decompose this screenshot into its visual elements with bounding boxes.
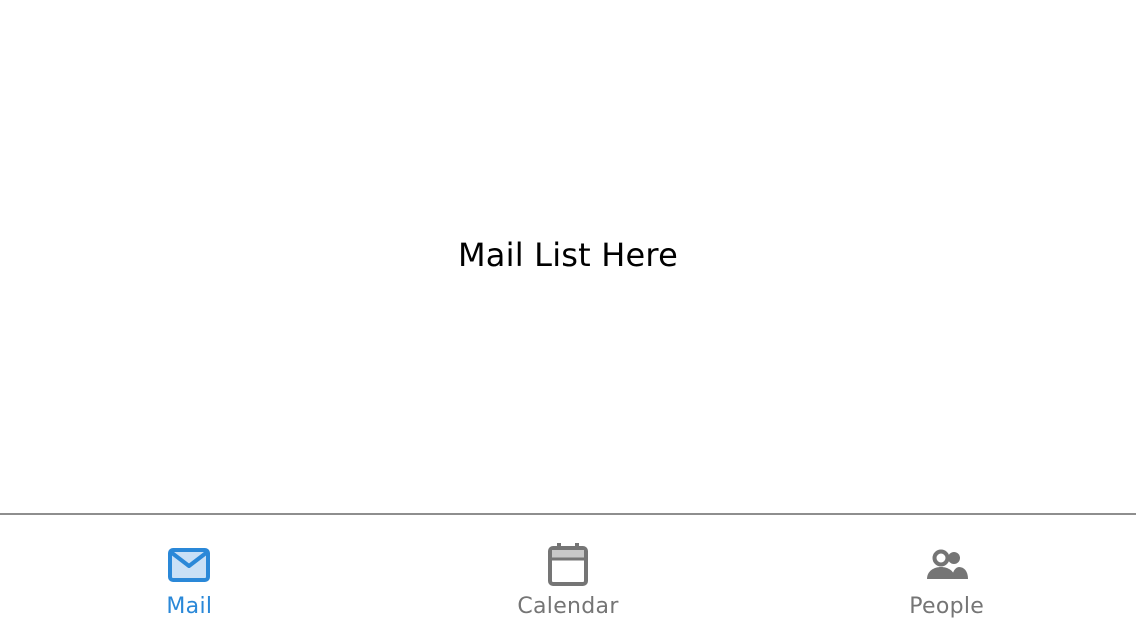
mail-list-placeholder: Mail List Here xyxy=(458,236,678,274)
people-icon xyxy=(925,543,969,587)
app-root: Mail List Here Mail Calendar People xyxy=(0,0,1136,640)
bottom-tab-bar: Mail Calendar People xyxy=(0,513,1136,640)
calendar-icon xyxy=(546,543,590,587)
tab-people-label: People xyxy=(909,594,985,619)
tab-mail-label: Mail xyxy=(166,594,213,619)
tab-mail[interactable]: Mail xyxy=(0,515,379,640)
mail-icon xyxy=(167,543,211,587)
mail-list-area: Mail List Here xyxy=(0,0,1136,513)
tab-calendar[interactable]: Calendar xyxy=(379,515,758,640)
tab-people[interactable]: People xyxy=(757,515,1136,640)
tab-calendar-label: Calendar xyxy=(517,594,619,619)
